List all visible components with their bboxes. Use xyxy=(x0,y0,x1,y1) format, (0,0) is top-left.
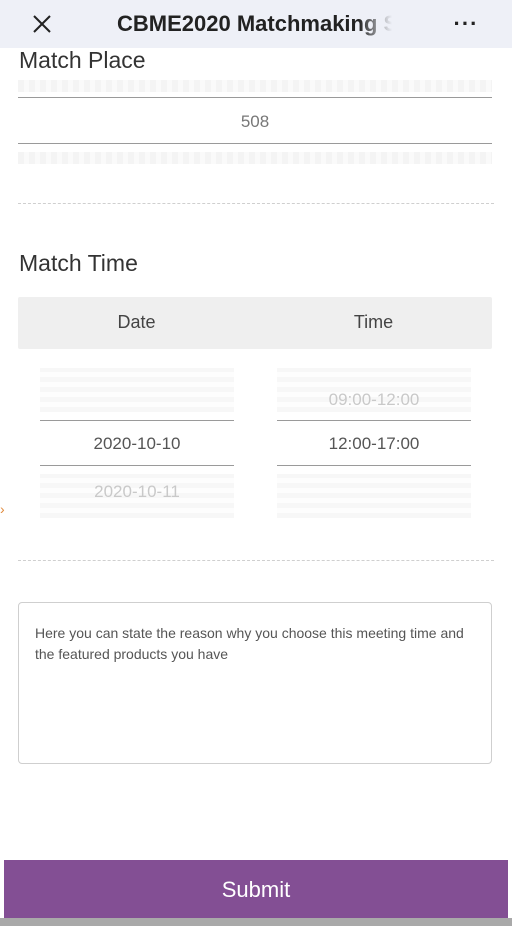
time-option-previous[interactable]: 09:00-12:00 xyxy=(276,390,472,410)
match-place-label: Match Place xyxy=(19,47,146,73)
time-picker-header: Date Time xyxy=(18,297,492,349)
edge-arrow-icon: › xyxy=(0,501,5,517)
date-picker-blur-top xyxy=(40,368,234,412)
submit-button[interactable]: Submit xyxy=(4,860,508,920)
section-divider xyxy=(18,203,494,204)
place-picker-rule-top xyxy=(18,97,492,98)
date-option-selected[interactable]: 2020-10-10 xyxy=(39,434,235,454)
close-button[interactable] xyxy=(24,6,60,42)
reason-textarea[interactable] xyxy=(19,603,491,763)
page-title: CBME2020 Matchmaking S xyxy=(117,11,392,36)
close-icon xyxy=(33,15,51,33)
place-picker-faint-bottom xyxy=(18,152,492,164)
time-picker-rule-bottom xyxy=(277,465,471,466)
date-column-header: Date xyxy=(117,312,156,332)
match-place-value[interactable]: 508 xyxy=(18,112,492,132)
top-bar: CBME2020 Matchmaking S ··· xyxy=(0,0,512,48)
time-picker-rule-top xyxy=(277,420,471,421)
date-picker-rule-bottom xyxy=(40,465,234,466)
bottom-strip xyxy=(0,918,512,926)
place-picker-rule-bottom xyxy=(18,143,492,144)
time-column-header: Time xyxy=(353,312,394,332)
date-picker-rule-top xyxy=(40,420,234,421)
section-divider-2 xyxy=(18,560,494,561)
reason-box xyxy=(18,602,492,764)
date-option-next[interactable]: 2020-10-11 xyxy=(39,482,235,502)
more-options-button[interactable]: ··· xyxy=(446,6,486,42)
more-icon: ··· xyxy=(453,11,479,36)
time-picker-blur-bottom xyxy=(277,474,471,518)
place-picker-faint-top xyxy=(18,80,492,92)
matchmaking-page: CBME2020 Matchmaking S ··· Match Place 5… xyxy=(0,0,512,926)
time-option-selected[interactable]: 12:00-17:00 xyxy=(276,434,472,454)
match-time-label: Match Time xyxy=(19,250,138,276)
